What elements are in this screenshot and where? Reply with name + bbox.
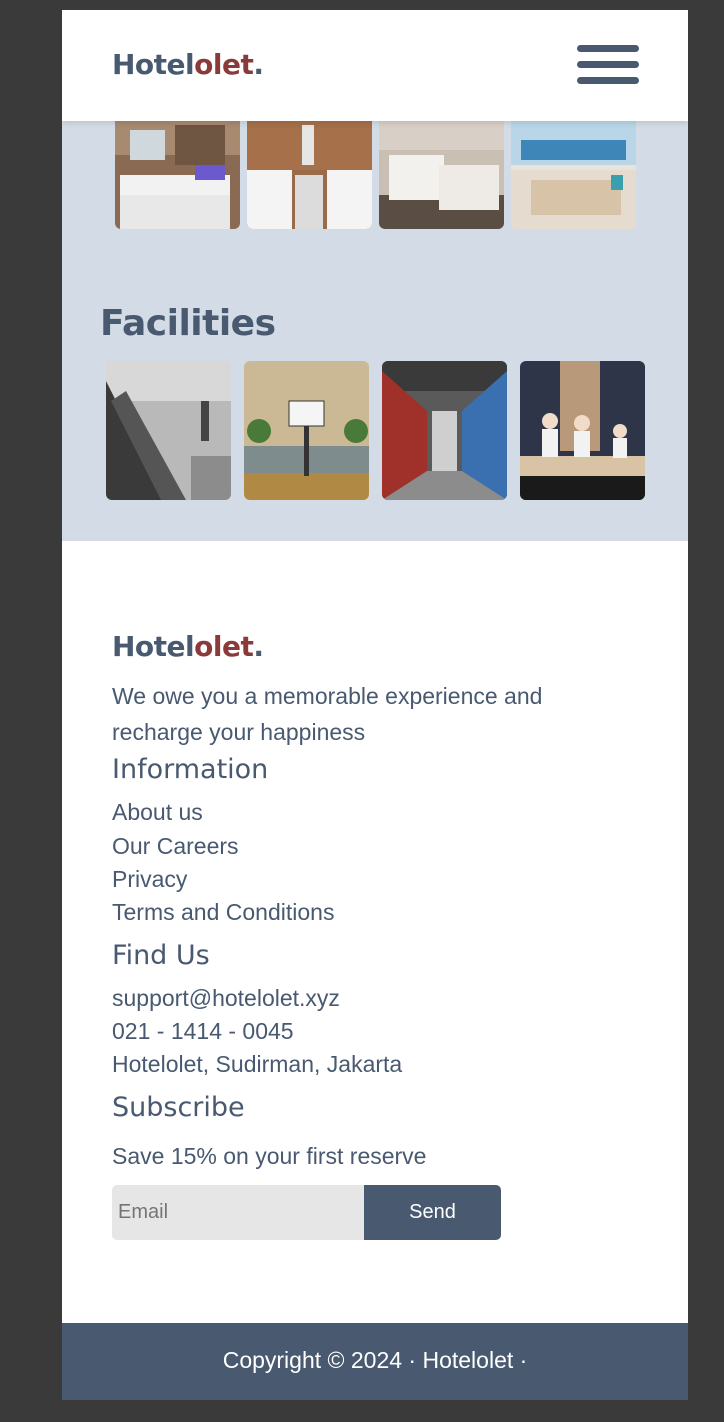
information-title: Information [112, 754, 269, 785]
footer-tagline: We owe you a memorable experience and re… [112, 683, 543, 745]
facility-photo-supermarket [382, 361, 507, 500]
subscribe-text: Save 15% on your first reserve [112, 1143, 427, 1169]
logo-dot: . [253, 48, 264, 81]
about-us-link[interactable]: About us [112, 799, 203, 826]
footer-logo-main-text: Hotel [112, 630, 195, 663]
logo-accent-text: olet [194, 48, 254, 81]
facility-photo-basketball [244, 361, 369, 500]
header: Hotelolet. [62, 10, 688, 121]
copyright-text: Copyright © 2024 · Hotelolet · [222, 1347, 528, 1373]
facility-photo-gym [106, 361, 231, 500]
header-logo[interactable]: Hotelolet. [112, 48, 264, 81]
logo-main-text: Hotel [112, 48, 195, 81]
copyright-bar: Copyright © 2024 · Hotelolet · [62, 1323, 688, 1400]
find-us-title: Find Us [112, 940, 210, 971]
hamburger-line-middle [577, 61, 639, 68]
support-email[interactable]: support@hotelolet.xyz [112, 985, 340, 1012]
footer-logo-accent-text: olet [194, 630, 254, 663]
hamburger-menu-icon[interactable] [577, 45, 639, 85]
facilities-title: Facilities [100, 303, 276, 344]
hamburger-line-bottom [577, 77, 639, 84]
phone-number: 021 - 1414 - 0045 [112, 1018, 294, 1044]
our-careers-link[interactable]: Our Careers [112, 833, 239, 860]
subscribe-email-input[interactable] [112, 1185, 364, 1240]
hamburger-line-top [577, 45, 639, 52]
facility-photo-restaurant [520, 361, 645, 500]
page: Facilities Hotelolet. Hotelolet. We owe … [62, 10, 688, 1400]
privacy-link[interactable]: Privacy [112, 866, 187, 893]
footer-logo[interactable]: Hotelolet. [112, 630, 264, 663]
footer-logo-dot: . [253, 630, 264, 663]
address: Hotelolet, Sudirman, Jakarta [112, 1051, 403, 1077]
send-button[interactable]: Send [364, 1185, 501, 1240]
terms-and-conditions-link[interactable]: Terms and Conditions [112, 899, 334, 926]
subscribe-title: Subscribe [112, 1092, 245, 1123]
